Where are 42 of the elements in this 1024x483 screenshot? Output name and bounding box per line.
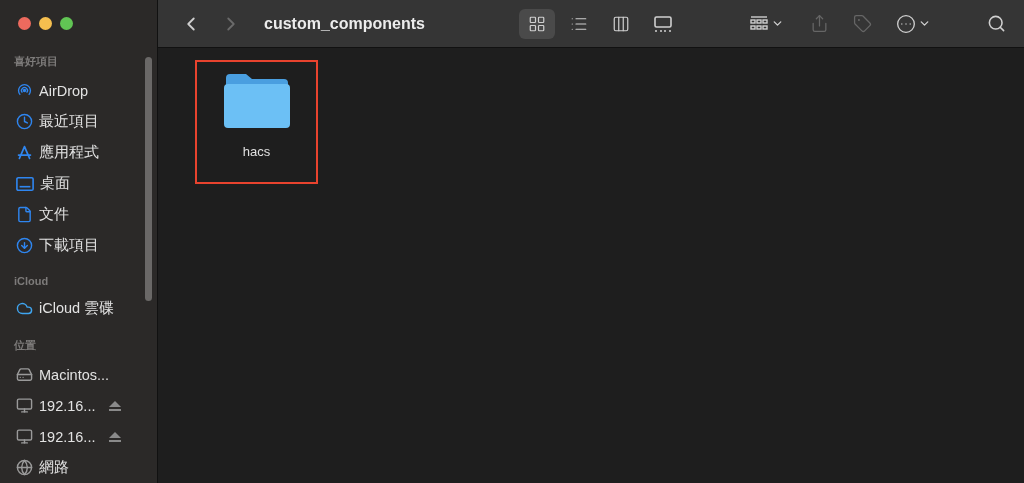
icon-view-button[interactable] [519,8,555,39]
window-title: custom_components [264,14,426,33]
more-icon [896,13,916,34]
download-icon [16,237,33,254]
sidebar-item[interactable]: 下載項目 [0,230,157,261]
minimize-button[interactable] [39,17,52,30]
cloud-icon [16,300,33,317]
sidebar-item[interactable]: AirDrop [0,75,157,106]
sidebar-item[interactable]: 文件 [0,199,157,230]
sidebar-item[interactable]: 應用程式 [0,137,157,168]
clock-icon [16,113,33,130]
sidebar-heading: iCloud [13,274,50,289]
sidebar-item[interactable]: 網路 [0,452,157,483]
sidebar-item[interactable]: 最近項目 [0,106,157,137]
zoom-button[interactable] [60,17,73,30]
globe-icon [16,459,33,476]
sidebar-item[interactable]: Macintos... [0,359,157,390]
sidebar-item[interactable]: 桌面 [0,168,157,199]
document-icon [16,206,33,223]
columns-icon [612,14,630,33]
file-item[interactable]: hacs [195,60,318,184]
eject-icon[interactable] [109,400,121,411]
computer-icon [16,397,33,414]
share-icon [810,14,829,33]
desktop-icon [16,175,34,192]
eject-icon[interactable] [109,431,121,442]
sidebar-heading: 位置 [13,338,37,353]
gallery-icon [653,14,673,33]
grid-icon [528,14,546,33]
apps-icon [16,144,33,161]
sidebar-item[interactable]: 192.16... [0,390,157,421]
scrollbar[interactable] [145,57,152,301]
tag-icon [853,14,872,33]
folder-icon [223,72,290,128]
sidebar-item[interactable]: 192.16... [0,421,157,452]
close-button[interactable] [18,17,31,30]
computer-icon [16,428,33,445]
grid-icon [749,14,769,33]
sidebar-item[interactable]: iCloud 雲碟 [0,293,157,324]
search-icon [987,14,1006,33]
sidebar-heading: 喜好項目 [13,54,59,69]
file-name: hacs [242,144,271,159]
